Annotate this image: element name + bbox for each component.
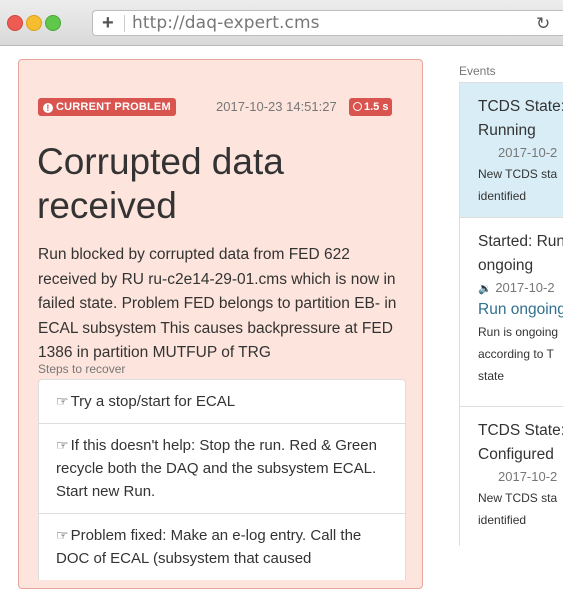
step-text: Try a stop/start for ECAL — [70, 393, 236, 410]
event-time-row: 🔉 2017-10-2 — [478, 278, 563, 299]
current-problem-panel: ! CURRENT PROBLEM 2017-10-23 14:51:27 1.5… — [18, 59, 423, 589]
pointing-hand-icon: ☞ — [56, 437, 69, 453]
event-description-continued: identified — [478, 513, 527, 527]
step-text: If this doesn't help: Stop the run. Red … — [56, 437, 377, 500]
step-item: ☞ Problem fixed: Make an e-log entry. Cal… — [38, 513, 406, 580]
events-label: Events — [459, 64, 496, 78]
reload-icon[interactable]: ↻ — [536, 14, 550, 34]
problem-title: Corrupted data received — [37, 141, 284, 226]
event-description: New TCDS sta — [478, 167, 558, 181]
event-time: 2017-10-2 — [498, 469, 558, 484]
address-bar[interactable]: + http://daq-expert.cms ↻ — [92, 10, 563, 36]
speaker-icon: 🔉 — [478, 283, 492, 295]
steps-list: ☞ Try a stop/start for ECAL ☞ If this does… — [38, 379, 406, 580]
current-problem-badge: ! CURRENT PROBLEM — [38, 98, 176, 116]
event-title: TCDS State: Configured — [478, 422, 563, 463]
event-time: 2017-10-2 — [495, 280, 555, 295]
zoom-window-button[interactable] — [45, 15, 61, 31]
event-description-continued: state — [478, 369, 505, 383]
url-separator — [124, 15, 125, 32]
event-description-continued: identified — [478, 189, 527, 203]
pointing-hand-icon: ☞ — [56, 393, 69, 409]
problem-timestamp: 2017-10-23 14:51:27 — [216, 99, 337, 114]
event-title: Started: Run ongoing — [478, 233, 563, 274]
event-title: TCDS State: Running — [478, 98, 563, 139]
event-item[interactable]: TCDS State: Configured 2017-10-2 New TCD… — [459, 406, 563, 546]
event-time: 2017-10-2 — [498, 145, 558, 160]
pointing-hand-icon: ☞ — [56, 527, 69, 543]
minimize-window-button[interactable] — [26, 15, 42, 31]
event-subtitle: Run ongoing — [478, 301, 563, 318]
step-text: Problem fixed: Make an e-log entry. Call… — [56, 527, 362, 567]
event-description-continued: according to T — [478, 347, 554, 361]
event-item[interactable]: TCDS State: Running 2017-10-2 New TCDS s… — [459, 82, 563, 217]
event-description: New TCDS sta — [478, 491, 558, 505]
duration-value: 1.5 s — [364, 101, 389, 113]
current-problem-badge-label: CURRENT PROBLEM — [56, 101, 171, 113]
step-item: ☞ Try a stop/start for ECAL — [38, 379, 406, 423]
event-description: Run is ongoing — [478, 325, 559, 339]
close-window-button[interactable] — [7, 15, 23, 31]
new-tab-icon[interactable]: + — [102, 12, 114, 34]
events-list: TCDS State: Running 2017-10-2 New TCDS s… — [459, 82, 563, 546]
steps-label: Steps to recover — [38, 362, 126, 376]
exclamation-icon: ! — [43, 103, 53, 113]
clock-icon — [353, 102, 362, 111]
problem-description: Run blocked by corrupted data from FED 6… — [38, 246, 397, 361]
step-item: ☞ If this doesn't help: Stop the run. Red… — [38, 423, 406, 513]
browser-toolbar: + http://daq-expert.cms ↻ — [0, 0, 563, 46]
event-item[interactable]: Started: Run ongoing 🔉 2017-10-2 Run ong… — [459, 217, 563, 406]
url-text[interactable]: http://daq-expert.cms — [132, 13, 320, 34]
duration-badge: 1.5 s — [349, 98, 393, 116]
